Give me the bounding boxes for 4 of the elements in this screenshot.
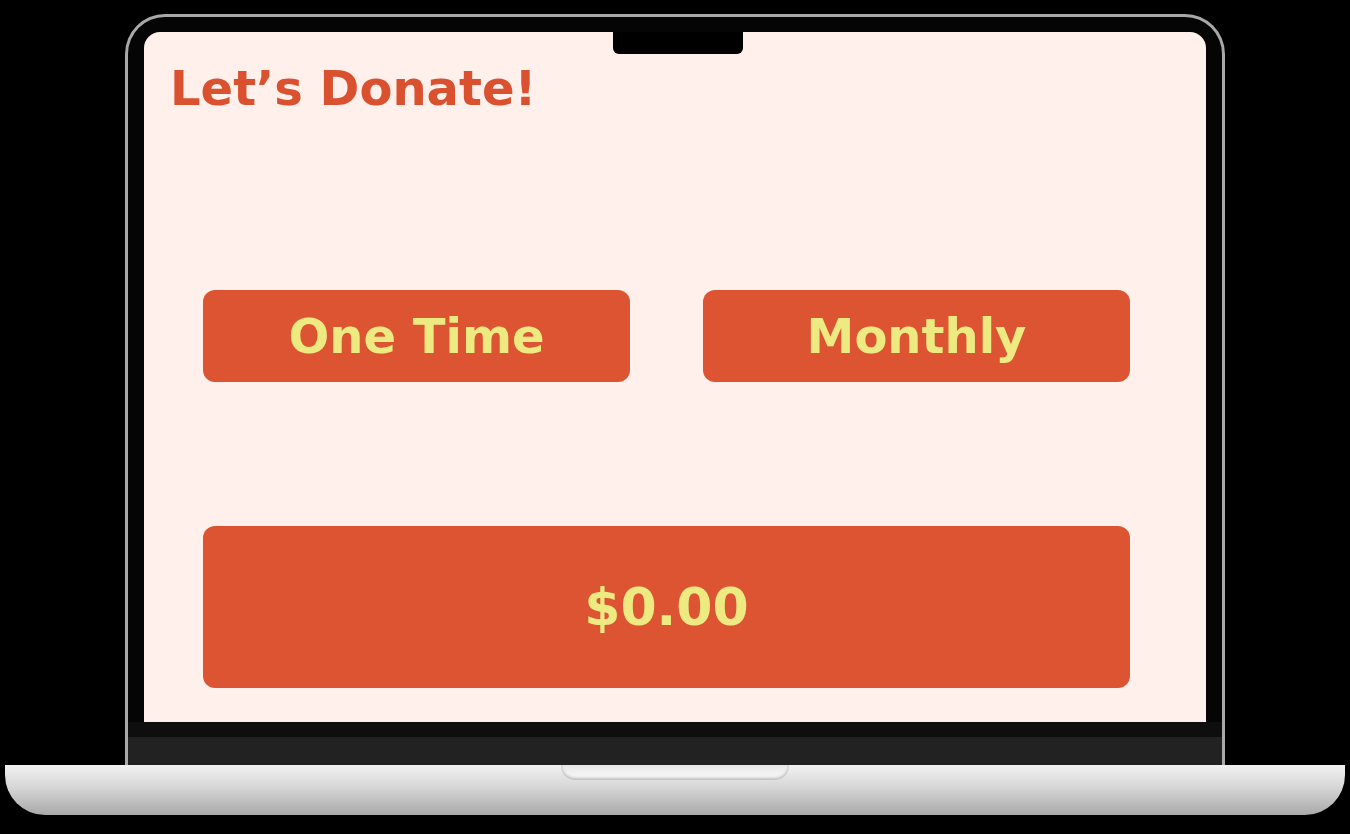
frequency-button[interactable]: Monthly <box>703 290 1130 382</box>
amount-display: $0.00 <box>203 526 1130 688</box>
frequency-button[interactable]: One Time <box>203 290 630 382</box>
page-title: Let’s Donate! <box>170 60 538 116</box>
